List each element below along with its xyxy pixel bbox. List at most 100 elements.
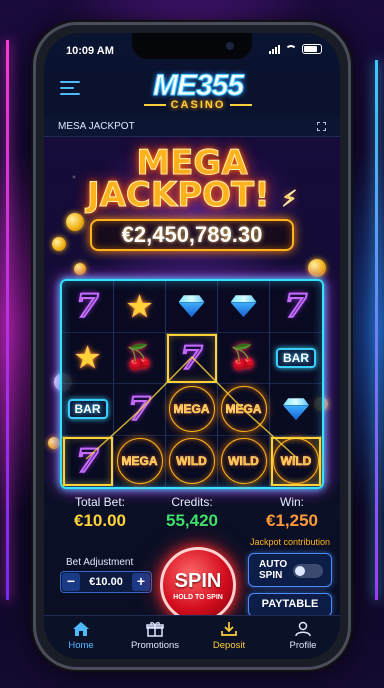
diamond-icon xyxy=(231,295,257,317)
coin-icon xyxy=(66,213,84,231)
home-icon xyxy=(44,620,118,638)
seven-symbol: 7 xyxy=(75,441,99,481)
tab-promotions-label: Promotions xyxy=(130,640,180,651)
mega-symbol: MEGA xyxy=(168,386,215,433)
camera xyxy=(226,42,234,50)
bar-symbol: BAR xyxy=(276,347,316,368)
tab-profile-label: Profile xyxy=(289,640,317,651)
game-area: MEGA JACKPOT! ⚡ €2,450,789.30 7 ★ 7 ★ 🍒 7 🍒 BAR… xyxy=(44,137,340,489)
cherry-icon: 🍒 xyxy=(124,344,155,372)
coin-icon xyxy=(52,237,66,251)
slot-reels[interactable]: 7 ★ 7 ★ 🍒 7 🍒 BAR BAR 7 MEGA MEGA 7 MEGA WILD WILD WILD xyxy=(60,279,324,489)
reel-cell xyxy=(166,281,218,333)
bet-value: €10.00 xyxy=(89,576,123,588)
bet-increase-button[interactable]: + xyxy=(132,573,150,591)
coin-icon xyxy=(48,437,60,449)
reel-cell: ★ xyxy=(114,281,166,333)
diamond-icon xyxy=(179,295,205,317)
tab-deposit[interactable]: Deposit xyxy=(192,616,266,659)
neon-strip-right xyxy=(375,60,378,600)
reel-cell: 7 xyxy=(166,332,218,384)
game-title-bar: MESA JACKPOT xyxy=(44,117,340,137)
reel-cell: ★ xyxy=(62,332,114,384)
mega-symbol: MEGA xyxy=(220,386,267,433)
user-icon xyxy=(266,620,340,638)
reel-cell: MEGA xyxy=(166,384,218,436)
status-time: 10:09 AM xyxy=(66,45,114,57)
jackpot-amount: €2,450,789.30 xyxy=(90,219,294,251)
phone-screen: 10:09 AM ME355 CASINO MESA JACKPOT MEGA … xyxy=(44,33,340,659)
bet-stepper: − €10.00 + xyxy=(60,571,152,593)
reel-cell: BAR xyxy=(270,333,322,384)
battery-icon xyxy=(302,44,322,54)
jackpot-contribution-note: Jackpot contribution xyxy=(249,537,330,547)
tab-home[interactable]: Home xyxy=(44,616,118,659)
mega-symbol: MEGA xyxy=(116,437,163,484)
auto-spin-toggle[interactable]: AUTO SPIN xyxy=(248,553,332,587)
spin-label: SPIN xyxy=(174,570,222,592)
phone-frame: 10:09 AM ME355 CASINO MESA JACKPOT MEGA … xyxy=(33,22,351,670)
tab-deposit-label: Deposit xyxy=(212,640,246,651)
app-header: ME355 CASINO xyxy=(44,63,340,117)
neon-strip-left xyxy=(6,40,9,600)
casino-logo: ME355 CASINO xyxy=(128,69,268,112)
auto-spin-label: AUTO SPIN xyxy=(259,559,288,581)
paytable-button[interactable]: PAYTABLE xyxy=(248,593,332,617)
spin-button[interactable]: SPIN HOLD TO SPIN xyxy=(160,547,236,623)
lightning-icon: ⚡ xyxy=(281,187,298,213)
win-label: Win: xyxy=(280,495,304,509)
total-bet-value: €10.00 xyxy=(74,511,126,530)
cherry-icon: 🍒 xyxy=(228,344,259,372)
reel-cell: WILD xyxy=(218,435,270,487)
reel-cell: BAR xyxy=(62,384,114,436)
seven-symbol: 7 xyxy=(75,286,99,326)
credits: Credits: 55,420 xyxy=(152,495,232,531)
reel-cell xyxy=(218,281,270,333)
logo-main: ME355 xyxy=(152,69,244,103)
game-title: MESA JACKPOT xyxy=(58,121,135,132)
total-bet-label: Total Bet: xyxy=(74,495,126,509)
jackpot-headline: MEGA JACKPOT! ⚡ xyxy=(44,146,340,216)
credits-label: Credits: xyxy=(171,495,213,509)
status-icons xyxy=(269,44,322,54)
wild-symbol: WILD xyxy=(273,437,319,484)
wifi-icon xyxy=(285,44,297,54)
fullscreen-icon[interactable] xyxy=(317,122,326,131)
star-icon: ★ xyxy=(74,342,101,374)
diamond-icon xyxy=(283,398,309,420)
bar-symbol: BAR xyxy=(67,399,108,420)
bet-adjustment-label: Bet Adjustment xyxy=(66,557,134,568)
spin-sublabel: HOLD TO SPIN xyxy=(173,594,223,601)
coin-icon xyxy=(308,259,326,277)
jackpot-headline-line2: JACKPOT! xyxy=(86,175,270,215)
logo-sub: CASINO xyxy=(128,99,268,111)
reel-cell: WILD xyxy=(270,436,322,487)
menu-icon[interactable] xyxy=(60,81,80,97)
win-value: €1,250 xyxy=(266,511,318,530)
reel-cell: 7 xyxy=(62,435,114,487)
reel-cell: 7 xyxy=(270,281,322,333)
reel-cell: WILD xyxy=(166,435,218,487)
tab-promotions[interactable]: Promotions xyxy=(118,616,192,659)
download-icon xyxy=(192,620,266,638)
tab-home-label: Home xyxy=(68,640,94,651)
notch xyxy=(132,33,252,59)
coin-icon xyxy=(74,263,86,275)
reel-cell: 7 xyxy=(62,281,114,333)
toggle-switch[interactable] xyxy=(293,564,323,578)
tab-profile[interactable]: Profile xyxy=(266,616,340,659)
reel-cell: 7 xyxy=(114,384,166,436)
seven-symbol: 7 xyxy=(127,389,151,429)
wild-symbol: WILD xyxy=(168,437,215,484)
star-icon: ★ xyxy=(126,290,153,322)
reel-cell: MEGA xyxy=(218,384,270,436)
seven-symbol: 7 xyxy=(284,286,308,326)
reel-cell: 🍒 xyxy=(114,332,166,384)
win: Win: €1,250 xyxy=(252,495,332,531)
wild-symbol: WILD xyxy=(220,437,267,484)
reel-cell: 🍒 xyxy=(218,332,270,384)
tab-bar: Home Promotions Deposit Profile xyxy=(44,615,340,659)
bet-decrease-button[interactable]: − xyxy=(62,573,80,591)
signal-icon xyxy=(269,44,280,54)
credits-value: 55,420 xyxy=(166,511,218,530)
